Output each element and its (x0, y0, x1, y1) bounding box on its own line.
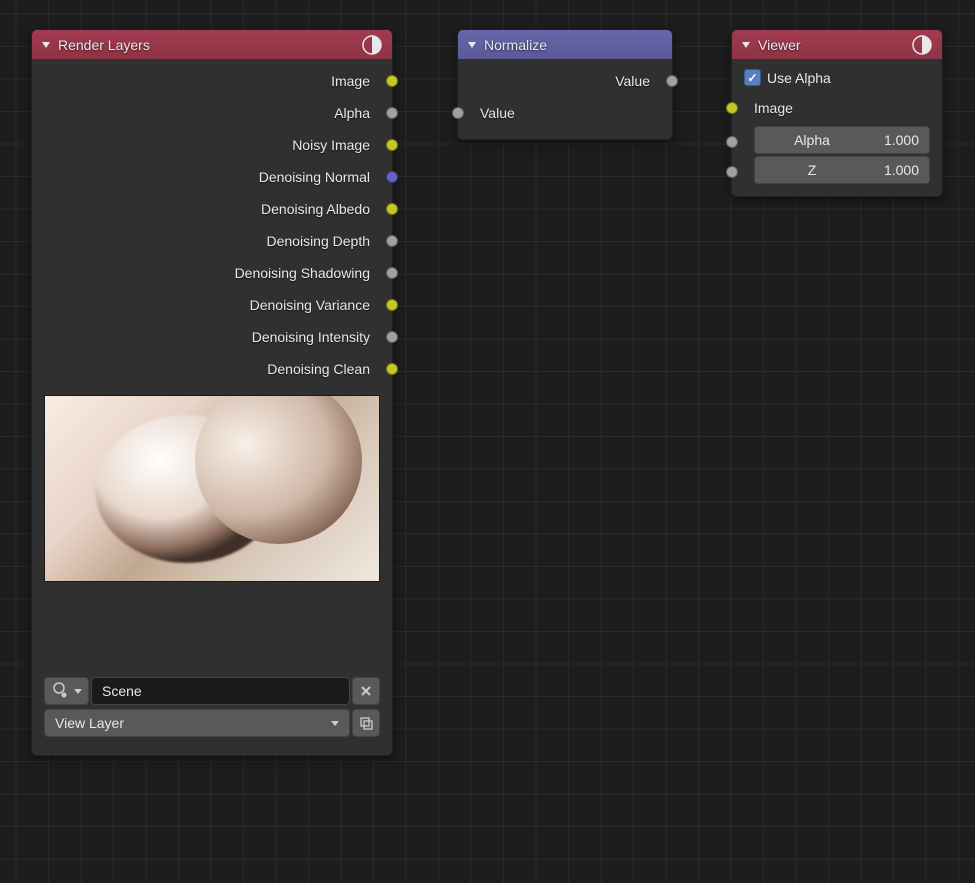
node-header[interactable]: Viewer (732, 30, 942, 59)
collapse-icon[interactable] (742, 42, 750, 48)
socket-dot[interactable] (726, 166, 738, 178)
socket-dot[interactable] (386, 75, 398, 87)
node-normalize[interactable]: Normalize Value Value (457, 29, 673, 140)
view-layer-dropdown[interactable]: View Layer (44, 709, 350, 737)
socket-dot[interactable] (386, 203, 398, 215)
node-body: Use Alpha Image Alpha 1.000 Z 1.000 (732, 59, 942, 196)
output-socket-image[interactable]: Image (32, 65, 392, 97)
socket-dot[interactable] (386, 139, 398, 151)
chevron-down-icon (331, 721, 339, 726)
material-preview-icon[interactable] (912, 35, 932, 55)
node-title: Viewer (758, 37, 912, 53)
node-render-layers[interactable]: Render Layers Image Alpha Noisy Image De… (31, 29, 393, 756)
node-header[interactable]: Normalize (458, 30, 672, 59)
output-socket-denoising-normal[interactable]: Denoising Normal (32, 161, 392, 193)
z-number-field[interactable]: Z 1.000 (754, 156, 930, 184)
node-header[interactable]: Render Layers (32, 30, 392, 59)
output-socket-value[interactable]: Value (458, 65, 672, 97)
node-body: Value Value (458, 59, 672, 139)
render-preview (44, 395, 380, 582)
socket-dot[interactable] (726, 136, 738, 148)
output-socket-alpha[interactable]: Alpha (32, 97, 392, 129)
scene-field[interactable]: Scene (91, 677, 350, 705)
socket-dot[interactable] (386, 363, 398, 375)
scene-clear-button[interactable] (352, 677, 380, 705)
node-title: Render Layers (58, 37, 362, 53)
collapse-icon[interactable] (468, 42, 476, 48)
node-title: Normalize (484, 37, 662, 53)
output-socket-denoising-shadowing[interactable]: Denoising Shadowing (32, 257, 392, 289)
socket-dot[interactable] (386, 299, 398, 311)
socket-dot[interactable] (452, 107, 464, 119)
socket-dot[interactable] (386, 331, 398, 343)
use-alpha-checkbox[interactable]: Use Alpha (732, 65, 942, 92)
input-socket-image[interactable]: Image (732, 92, 942, 124)
socket-dot[interactable] (726, 102, 738, 114)
collapse-icon[interactable] (42, 42, 50, 48)
input-socket-value[interactable]: Value (458, 97, 672, 129)
node-viewer[interactable]: Viewer Use Alpha Image Alpha 1.000 Z 1.0… (731, 29, 943, 197)
view-layer-duplicate-button[interactable] (352, 709, 380, 737)
socket-dot[interactable] (386, 107, 398, 119)
socket-dot[interactable] (386, 267, 398, 279)
socket-dot[interactable] (666, 75, 678, 87)
output-socket-denoising-intensity[interactable]: Denoising Intensity (32, 321, 392, 353)
node-body: Image Alpha Noisy Image Denoising Normal… (32, 59, 392, 755)
output-socket-denoising-depth[interactable]: Denoising Depth (32, 225, 392, 257)
scene-browse-button[interactable] (44, 677, 89, 705)
socket-dot[interactable] (386, 235, 398, 247)
socket-dot[interactable] (386, 171, 398, 183)
output-socket-denoising-albedo[interactable]: Denoising Albedo (32, 193, 392, 225)
chevron-down-icon (74, 689, 82, 694)
output-socket-noisy-image[interactable]: Noisy Image (32, 129, 392, 161)
output-socket-denoising-clean[interactable]: Denoising Clean (32, 353, 392, 385)
alpha-number-field[interactable]: Alpha 1.000 (754, 126, 930, 154)
material-preview-icon[interactable] (362, 35, 382, 55)
output-socket-denoising-variance[interactable]: Denoising Variance (32, 289, 392, 321)
checkbox-icon[interactable] (744, 69, 761, 86)
